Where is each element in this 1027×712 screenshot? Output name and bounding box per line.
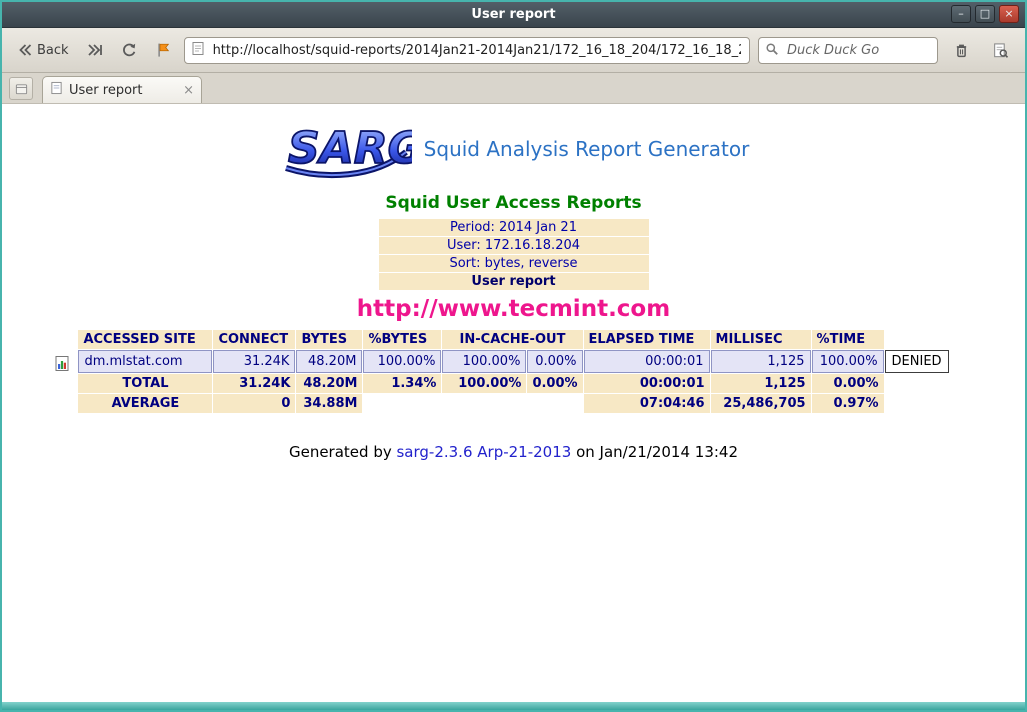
window-outline-icon bbox=[14, 82, 29, 96]
minimize-button[interactable]: – bbox=[951, 5, 971, 23]
col-bytes-pct: %BYTES bbox=[363, 330, 441, 349]
footer-suffix: on Jan/21/2014 13:42 bbox=[571, 443, 738, 461]
col-time-pct: %TIME bbox=[812, 330, 884, 349]
graph-icon[interactable] bbox=[54, 355, 70, 376]
sarg-logo: SARG bbox=[278, 117, 412, 181]
cell-bytes-pct: 100.00% bbox=[363, 350, 441, 373]
tab-bar: User report × bbox=[2, 73, 1025, 104]
cell-out-cache: 0.00% bbox=[527, 350, 582, 373]
average-label: AVERAGE bbox=[78, 394, 212, 413]
report-table-wrap: ACCESSED SITE CONNECT BYTES %BYTES IN-CA… bbox=[77, 329, 949, 414]
trash-icon bbox=[953, 42, 970, 59]
info-row-sort: Sort: bytes, reverse bbox=[379, 255, 649, 272]
search-bar[interactable] bbox=[758, 37, 938, 64]
skip-forward-icon bbox=[87, 42, 103, 58]
back-label: Back bbox=[37, 43, 69, 58]
info-row-period: Period: 2014 Jan 21 bbox=[379, 219, 649, 236]
browser-toolbar: Back bbox=[2, 28, 1025, 73]
col-elapsed-time: ELAPSED TIME bbox=[584, 330, 710, 349]
cell-time-pct: 100.00% bbox=[812, 350, 884, 373]
inspect-page-button[interactable] bbox=[985, 36, 1016, 65]
cell-bytes: 48.20M bbox=[296, 350, 362, 373]
average-row: AVERAGE 0 34.88M 07:04:46 25,486,705 0.9… bbox=[78, 394, 948, 413]
bookmark-flag-icon bbox=[155, 42, 171, 58]
footer-prefix: Generated by bbox=[289, 443, 397, 461]
tab-user-report[interactable]: User report × bbox=[42, 76, 202, 103]
info-row-user: User: 172.16.18.204 bbox=[379, 237, 649, 254]
col-connect: CONNECT bbox=[213, 330, 295, 349]
total-millisec: 1,125 bbox=[711, 374, 811, 393]
page-icon bbox=[191, 41, 205, 60]
tab-list-button[interactable] bbox=[9, 77, 33, 100]
table-row-site: dm.mlstat.com 31.24K 48.20M 100.00% 100.… bbox=[78, 350, 948, 373]
total-bytes: 48.20M bbox=[296, 374, 362, 393]
tab-favicon bbox=[50, 81, 63, 99]
user-report-table: ACCESSED SITE CONNECT BYTES %BYTES IN-CA… bbox=[77, 329, 949, 414]
total-elapsed: 00:00:01 bbox=[584, 374, 710, 393]
report-footer: Generated by sarg-2.3.6 Arp-21-2013 on J… bbox=[2, 443, 1025, 461]
forward-button[interactable] bbox=[82, 38, 108, 62]
total-out-cache: 0.00% bbox=[527, 374, 582, 393]
tab-close-icon[interactable]: × bbox=[183, 84, 194, 97]
window-bottom-border bbox=[2, 702, 1025, 710]
average-millisec: 25,486,705 bbox=[711, 394, 811, 413]
status-badge: DENIED bbox=[885, 350, 949, 373]
info-row-report-name: User report bbox=[379, 273, 649, 290]
average-elapsed: 07:04:46 bbox=[584, 394, 710, 413]
cell-millisec: 1,125 bbox=[711, 350, 811, 373]
sarg-logo-text: SARG bbox=[288, 123, 412, 174]
total-in-cache: 100.00% bbox=[442, 374, 526, 393]
generator-title: Squid Analysis Report Generator bbox=[424, 137, 750, 161]
total-bytes-pct: 1.34% bbox=[363, 374, 441, 393]
total-row: TOTAL 31.24K 48.20M 1.34% 100.00% 0.00% … bbox=[78, 374, 948, 393]
col-millisec: MILLISEC bbox=[711, 330, 811, 349]
window-controls: – □ × bbox=[951, 5, 1019, 23]
site-link[interactable]: dm.mlstat.com bbox=[78, 350, 212, 373]
url-input[interactable] bbox=[211, 42, 743, 59]
cell-in-cache: 100.00% bbox=[442, 350, 526, 373]
maximize-button[interactable]: □ bbox=[975, 5, 995, 23]
total-connect: 31.24K bbox=[213, 374, 295, 393]
page-content: SARG Squid Analysis Report Generator Squ… bbox=[2, 104, 1025, 702]
search-input[interactable] bbox=[785, 42, 931, 59]
cell-connect: 31.24K bbox=[213, 350, 295, 373]
report-page-title: Squid User Access Reports bbox=[2, 193, 1025, 213]
col-in-cache-out: IN-CACHE-OUT bbox=[442, 330, 582, 349]
col-status-spacer bbox=[885, 330, 949, 349]
tab-label: User report bbox=[69, 83, 142, 98]
search-engine-icon bbox=[765, 41, 779, 60]
back-button[interactable]: Back bbox=[11, 38, 74, 62]
refresh-icon bbox=[121, 42, 137, 58]
average-connect: 0 bbox=[213, 394, 295, 413]
trash-button[interactable] bbox=[946, 36, 977, 65]
table-header-row: ACCESSED SITE CONNECT BYTES %BYTES IN-CA… bbox=[78, 330, 948, 349]
total-label: TOTAL bbox=[78, 374, 212, 393]
average-bytes: 34.88M bbox=[296, 394, 362, 413]
sarg-header: SARG Squid Analysis Report Generator bbox=[2, 117, 1025, 181]
report-info-table: Period: 2014 Jan 21 User: 172.16.18.204 … bbox=[378, 218, 650, 291]
browser-window: User report – □ × Back bbox=[0, 0, 1027, 712]
window-title: User report bbox=[471, 7, 555, 22]
refresh-button[interactable] bbox=[116, 38, 142, 62]
total-time-pct: 0.00% bbox=[812, 374, 884, 393]
tecmint-watermark: http://www.tecmint.com bbox=[2, 296, 1025, 322]
titlebar[interactable]: User report – □ × bbox=[2, 2, 1025, 28]
close-button[interactable]: × bbox=[999, 5, 1019, 23]
average-time-pct: 0.97% bbox=[812, 394, 884, 413]
bookmark-button[interactable] bbox=[150, 38, 176, 62]
col-bytes: BYTES bbox=[296, 330, 362, 349]
sarg-version-link[interactable]: sarg-2.3.6 Arp-21-2013 bbox=[396, 443, 571, 461]
back-icon bbox=[16, 42, 32, 58]
document-magnifier-icon bbox=[992, 42, 1009, 59]
cell-elapsed: 00:00:01 bbox=[584, 350, 710, 373]
url-bar[interactable] bbox=[184, 37, 750, 64]
col-accessed-site: ACCESSED SITE bbox=[78, 330, 212, 349]
